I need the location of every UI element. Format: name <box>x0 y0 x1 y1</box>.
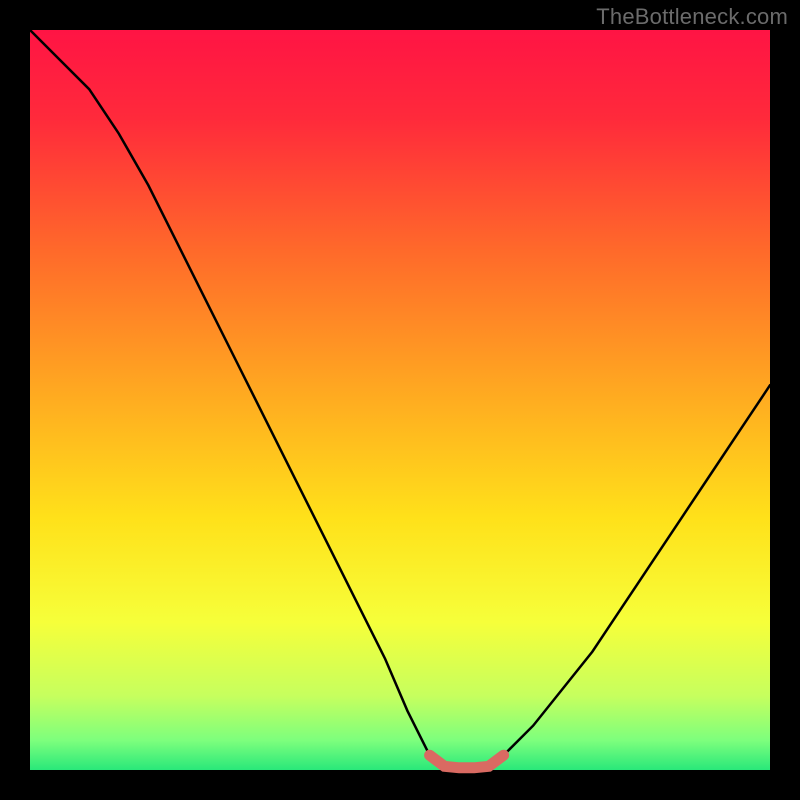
chart-frame: TheBottleneck.com <box>0 0 800 800</box>
valley-marker <box>430 755 504 768</box>
watermark-label: TheBottleneck.com <box>596 4 788 30</box>
curve-right-branch <box>504 385 770 755</box>
curve-left-branch <box>30 30 430 755</box>
plot-area <box>30 30 770 770</box>
chart-svg <box>30 30 770 770</box>
